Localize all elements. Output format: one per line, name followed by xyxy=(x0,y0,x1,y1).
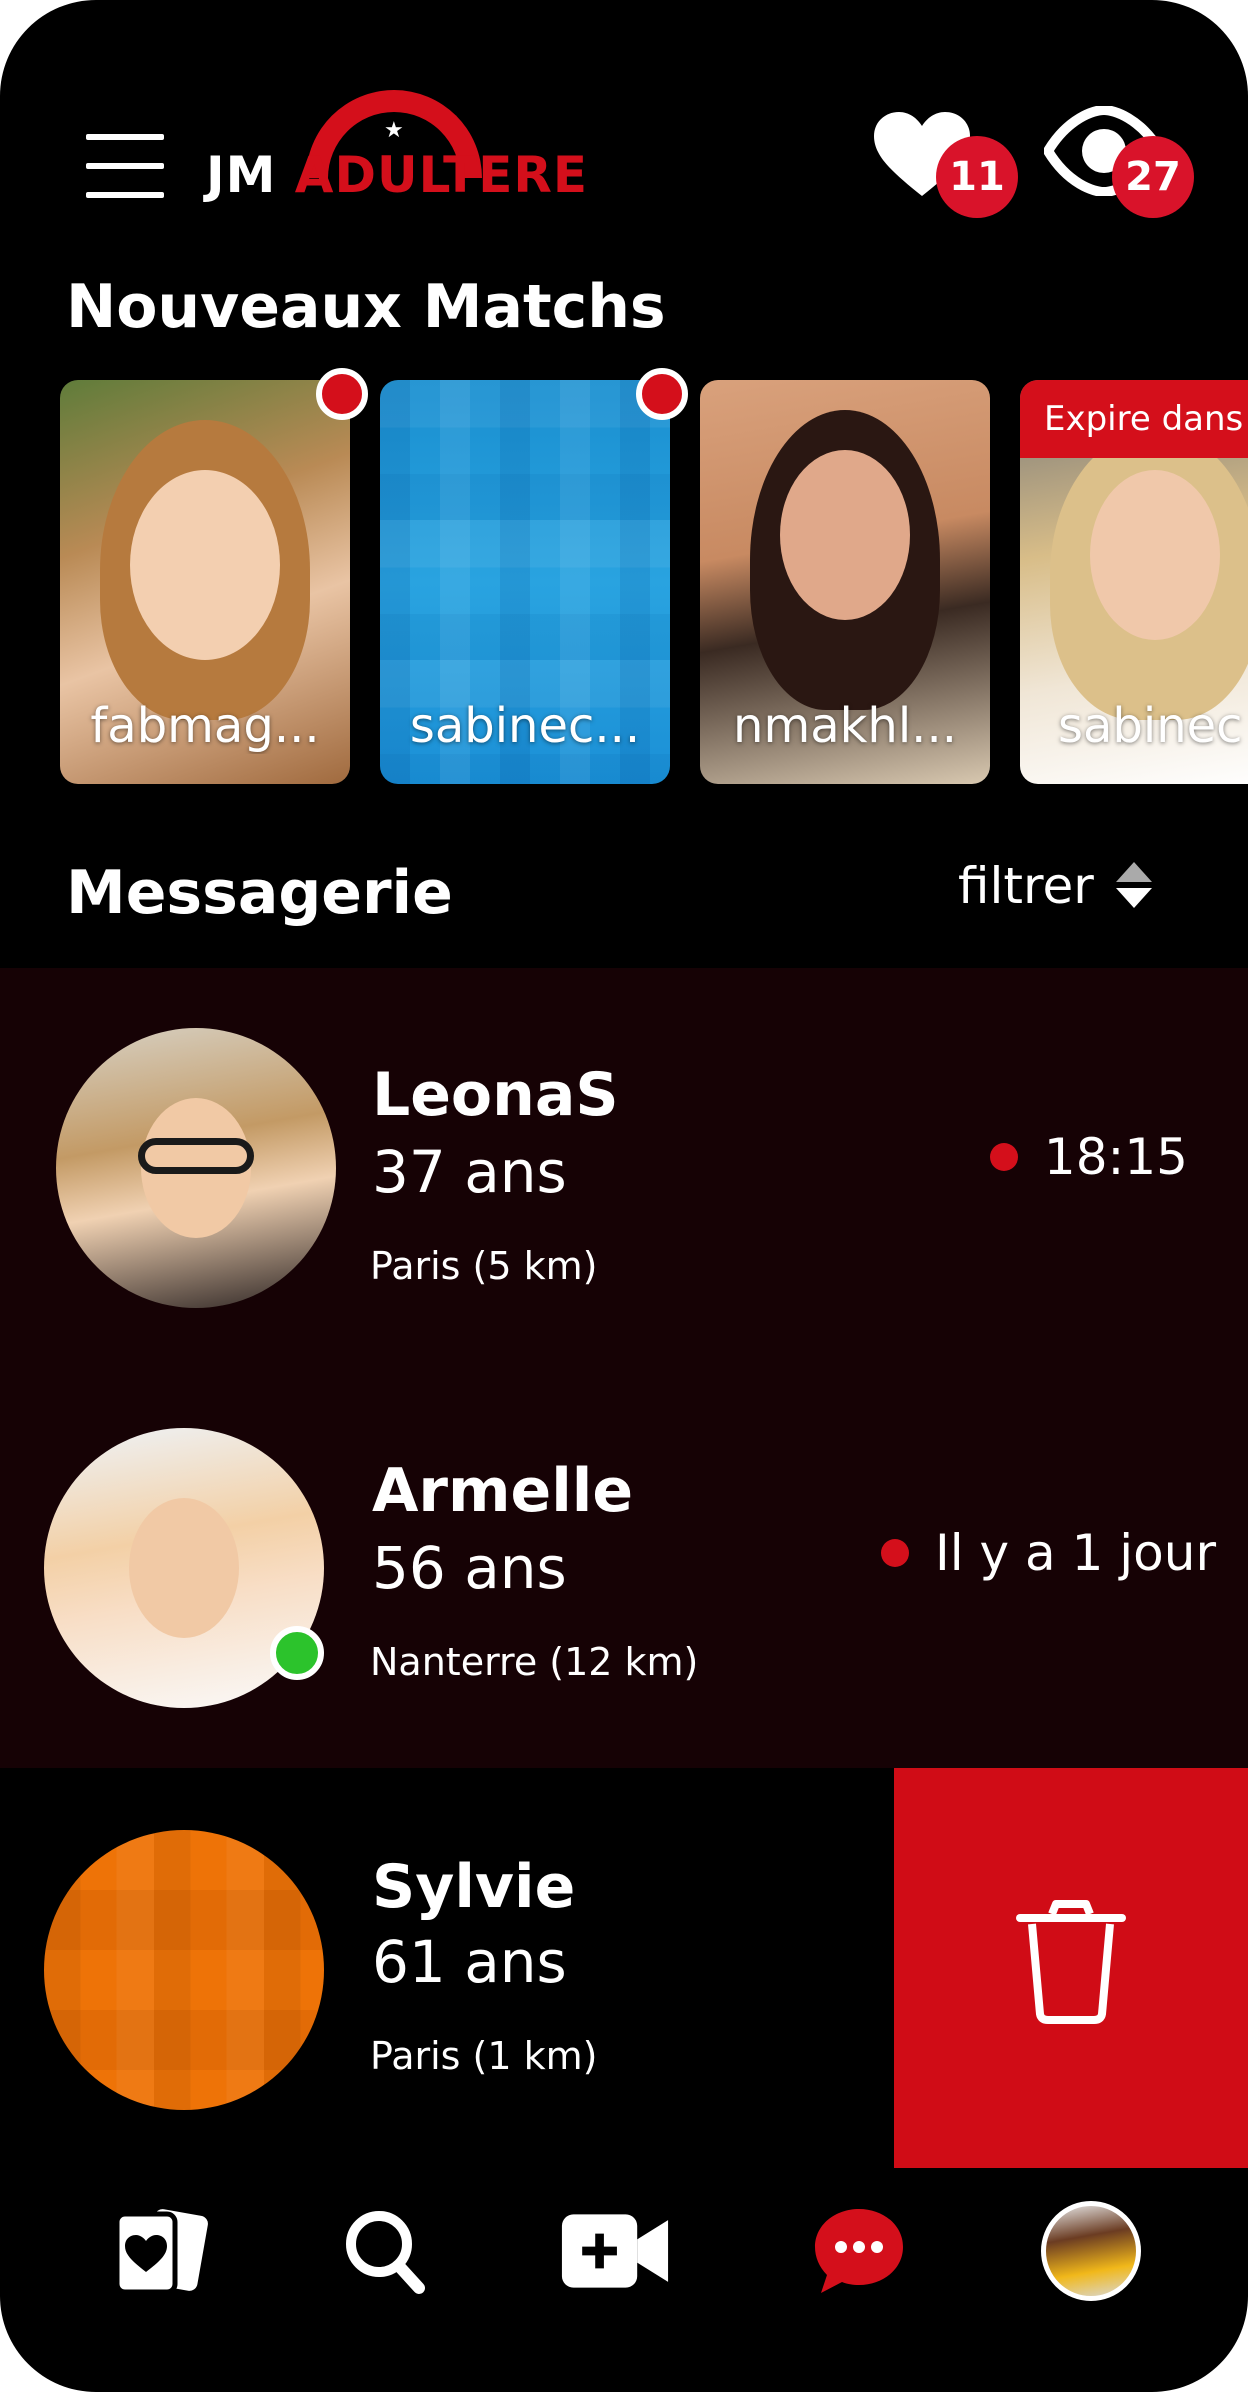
conversation-time: 18:15 xyxy=(989,1128,1188,1186)
conversation-time: Il y a 1 jour xyxy=(881,1524,1216,1582)
filter-label: filtrer xyxy=(958,857,1094,915)
avatar-blurred xyxy=(44,1830,324,2110)
conversation-time-label: Il y a 1 jour xyxy=(935,1524,1216,1582)
cards-icon xyxy=(114,2209,208,2295)
conversation-time-label: 18:15 xyxy=(1043,1128,1188,1186)
trash-icon xyxy=(1016,1900,1126,2024)
messages-title: Messagerie xyxy=(66,858,453,928)
conversation-location: Paris (5 km) xyxy=(370,1244,598,1288)
profile-avatar xyxy=(1041,2201,1141,2301)
match-photo-face xyxy=(780,450,910,620)
conversation-location: Nanterre (12 km) xyxy=(370,1640,699,1684)
avatar xyxy=(56,1028,336,1308)
search-icon xyxy=(346,2211,425,2294)
match-name: sabinec... xyxy=(409,698,641,754)
match-card[interactable]: sabinec... xyxy=(380,380,670,784)
match-name: nmakhl... xyxy=(733,698,957,754)
nav-video-call[interactable] xyxy=(560,2196,670,2306)
unread-indicator xyxy=(881,1539,910,1567)
conversation-name: Armelle xyxy=(372,1456,634,1526)
sort-icon xyxy=(1114,860,1154,912)
conversation-name: Sylvie xyxy=(372,1852,576,1922)
filter-button[interactable]: filtrer xyxy=(958,856,1154,916)
views-count-badge: 27 xyxy=(1112,136,1194,218)
expire-banner: Expire dans xyxy=(1020,380,1248,458)
app-logo[interactable]: ★ JM ADULTERE xyxy=(206,90,589,210)
match-card[interactable]: fabmag... xyxy=(60,380,350,784)
conversation-location: Paris (1 km) xyxy=(370,2034,598,2078)
match-photo-face xyxy=(1090,470,1220,640)
menu-icon[interactable] xyxy=(86,134,164,198)
star-icon: ★ xyxy=(384,118,404,143)
unread-indicator xyxy=(989,1143,1018,1171)
match-photo-face xyxy=(130,470,280,660)
likes-count-badge: 11 xyxy=(936,136,1018,218)
video-call-icon xyxy=(561,2214,669,2288)
new-match-indicator xyxy=(636,368,688,420)
logo-text: JM ADULTERE xyxy=(206,146,589,204)
nav-profile[interactable] xyxy=(1036,2196,1146,2306)
conversation-name: LeonaS xyxy=(372,1060,619,1130)
avatar-glasses xyxy=(138,1138,254,1174)
match-card[interactable]: Expire dans sabinec xyxy=(1020,380,1248,784)
avatar-face xyxy=(129,1498,239,1638)
match-card[interactable]: nmakhl... xyxy=(700,380,990,784)
conversation-age: 61 ans xyxy=(372,1928,567,1996)
nav-search[interactable] xyxy=(330,2196,440,2306)
app-screen: ★ JM ADULTERE 11 27 Nouveaux Matchs fabm… xyxy=(0,0,1248,2392)
online-indicator xyxy=(270,1626,324,1680)
chat-icon xyxy=(815,2209,903,2293)
conversation-row[interactable]: LeonaS 37 ans Paris (5 km) 18:15 xyxy=(0,968,1248,1366)
conversation-row[interactable]: Sylvie 61 ans Paris (1 km) xyxy=(0,1768,894,2168)
match-name: sabinec xyxy=(1058,698,1243,754)
nav-chat[interactable] xyxy=(804,2196,914,2306)
delete-conversation-button[interactable] xyxy=(894,1768,1248,2168)
new-matches-title: Nouveaux Matchs xyxy=(66,272,666,342)
conversation-age: 37 ans xyxy=(372,1138,567,1206)
match-name: fabmag... xyxy=(90,698,320,754)
conversation-age: 56 ans xyxy=(372,1534,567,1602)
nav-cards[interactable] xyxy=(104,2196,214,2306)
new-match-indicator xyxy=(316,368,368,420)
conversation-row[interactable]: Armelle 56 ans Nanterre (12 km) Il y a 1… xyxy=(0,1366,1248,1768)
